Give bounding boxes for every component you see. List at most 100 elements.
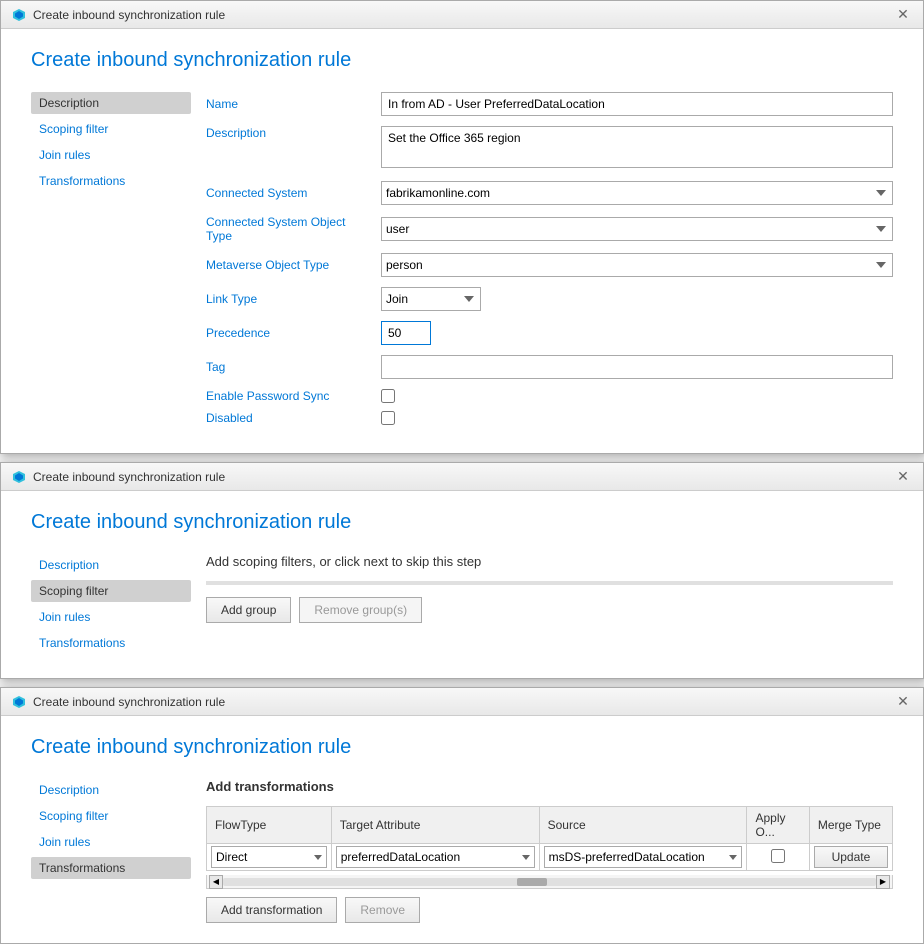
dialog-content-1: Create inbound synchronization rule Desc… <box>1 29 923 453</box>
remove-transformation-button[interactable]: Remove <box>345 897 420 923</box>
flowtype-select[interactable]: Direct <box>211 846 327 868</box>
sidebar-item-scoping-1[interactable]: Scoping filter <box>31 118 191 140</box>
source-select[interactable]: msDS-preferredDataLocation <box>544 846 743 868</box>
target-attribute-cell: preferredDataLocation <box>331 844 539 871</box>
scoping-area: Add scoping filters, or click next to sk… <box>206 554 893 658</box>
window1: Create inbound synchronization rule ✕ Cr… <box>0 0 924 454</box>
tag-row: Tag <box>206 355 893 379</box>
scroll-right-arrow[interactable]: ▶ <box>876 875 890 889</box>
link-type-row: Link Type Join <box>206 287 893 311</box>
description-control: Set the Office 365 region <box>381 126 893 171</box>
header-source: Source <box>539 807 747 844</box>
sidebar-item-transformations-1[interactable]: Transformations <box>31 170 191 192</box>
add-group-button[interactable]: Add group <box>206 597 291 623</box>
name-control <box>381 92 893 116</box>
mot-select[interactable]: person <box>381 253 893 277</box>
title-bar-text-3: Create inbound synchronization rule <box>33 695 225 709</box>
precedence-control <box>381 321 893 345</box>
title-bar-2: Create inbound synchronization rule ✕ <box>1 463 923 491</box>
sidebar-item-join-3[interactable]: Join rules <box>31 831 191 853</box>
target-attribute-select[interactable]: preferredDataLocation <box>336 846 535 868</box>
title-bar-3: Create inbound synchronization rule ✕ <box>1 688 923 716</box>
add-transformations-title: Add transformations <box>206 779 893 794</box>
close-button-3[interactable]: ✕ <box>893 692 913 712</box>
scoping-instruction: Add scoping filters, or click next to sk… <box>206 554 893 569</box>
title-bar-text-1: Create inbound synchronization rule <box>33 8 225 22</box>
header-flowtype: FlowType <box>207 807 332 844</box>
sidebar-1: Description Scoping filter Join rules Tr… <box>31 92 206 433</box>
form-area-1: Name Description Set the Office 365 regi… <box>206 92 893 433</box>
dialog-title-2: Create inbound synchronization rule <box>31 511 893 534</box>
header-apply-once: Apply O... <box>747 807 809 844</box>
tag-input[interactable] <box>381 355 893 379</box>
description-row: Description Set the Office 365 region <box>206 126 893 171</box>
precedence-input[interactable] <box>381 321 431 345</box>
table-header-row: FlowType Target Attribute Source Apply O… <box>207 807 893 844</box>
window3: Create inbound synchronization rule ✕ Cr… <box>0 687 924 944</box>
sidebar-item-transformations-2[interactable]: Transformations <box>31 632 191 654</box>
add-transformation-button[interactable]: Add transformation <box>206 897 337 923</box>
remove-group-button[interactable]: Remove group(s) <box>299 597 422 623</box>
csot-select[interactable]: user <box>381 217 893 241</box>
description-textarea[interactable]: Set the Office 365 region <box>381 126 893 168</box>
window2: Create inbound synchronization rule ✕ Cr… <box>0 462 924 679</box>
sidebar-2: Description Scoping filter Join rules Tr… <box>31 554 206 658</box>
scrollbar-thumb[interactable] <box>517 878 547 886</box>
connected-system-select[interactable]: fabrikamonline.com <box>381 181 893 205</box>
csot-control: user <box>381 217 893 241</box>
name-label: Name <box>206 97 381 111</box>
scoping-btn-row: Add group Remove group(s) <box>206 597 893 623</box>
sidebar-item-description-3[interactable]: Description <box>31 779 191 801</box>
sidebar-item-scoping-3[interactable]: Scoping filter <box>31 805 191 827</box>
disabled-row: Disabled <box>206 411 893 425</box>
scrollbar-track[interactable] <box>223 878 876 886</box>
mot-control: person <box>381 253 893 277</box>
source-cell: msDS-preferredDataLocation <box>539 844 747 871</box>
sidebar-item-scoping-2[interactable]: Scoping filter <box>31 580 191 602</box>
name-input[interactable] <box>381 92 893 116</box>
tag-control <box>381 355 893 379</box>
mot-label: Metaverse Object Type <box>206 258 381 272</box>
main-layout-1: Description Scoping filter Join rules Tr… <box>31 92 893 433</box>
header-target-attribute: Target Attribute <box>331 807 539 844</box>
dialog-content-3: Create inbound synchronization rule Desc… <box>1 716 923 943</box>
title-bar-text-2: Create inbound synchronization rule <box>33 470 225 484</box>
horizontal-scrollbar[interactable]: ◀ ▶ <box>206 875 893 889</box>
connected-system-row: Connected System fabrikamonline.com <box>206 181 893 205</box>
precedence-label: Precedence <box>206 326 381 340</box>
sidebar-item-join-2[interactable]: Join rules <box>31 606 191 628</box>
apply-once-checkbox[interactable] <box>771 849 785 863</box>
transformations-area: Add transformations FlowType Target Attr… <box>206 779 893 923</box>
progress-bar <box>206 581 893 585</box>
sidebar-item-description-2[interactable]: Description <box>31 554 191 576</box>
dialog-content-2: Create inbound synchronization rule Desc… <box>1 491 923 678</box>
merge-type-button[interactable]: Update <box>814 846 888 868</box>
scroll-left-arrow[interactable]: ◀ <box>209 875 223 889</box>
password-sync-checkbox[interactable] <box>381 389 395 403</box>
mot-row: Metaverse Object Type person <box>206 253 893 277</box>
close-button-1[interactable]: ✕ <box>893 5 913 25</box>
disabled-checkbox[interactable] <box>381 411 395 425</box>
flowtype-cell: Direct <box>207 844 332 871</box>
transformation-btn-row: Add transformation Remove <box>206 897 893 923</box>
csot-label: Connected System Object Type <box>206 215 381 243</box>
main-layout-3: Description Scoping filter Join rules Tr… <box>31 779 893 923</box>
header-merge-type: Merge Type <box>809 807 892 844</box>
link-type-label: Link Type <box>206 292 381 306</box>
password-sync-row: Enable Password Sync <box>206 389 893 403</box>
password-sync-label: Enable Password Sync <box>206 389 381 403</box>
app-icon-1 <box>11 7 27 23</box>
description-label: Description <box>206 126 381 140</box>
precedence-row: Precedence <box>206 321 893 345</box>
app-icon-3 <box>11 694 27 710</box>
sidebar-3: Description Scoping filter Join rules Tr… <box>31 779 206 923</box>
sidebar-item-transformations-3[interactable]: Transformations <box>31 857 191 879</box>
link-type-select[interactable]: Join <box>381 287 481 311</box>
sidebar-item-join-1[interactable]: Join rules <box>31 144 191 166</box>
close-button-2[interactable]: ✕ <box>893 467 913 487</box>
sidebar-item-description-1[interactable]: Description <box>31 92 191 114</box>
dialog-title-3: Create inbound synchronization rule <box>31 736 893 759</box>
csot-row: Connected System Object Type user <box>206 215 893 243</box>
connected-system-control: fabrikamonline.com <box>381 181 893 205</box>
app-icon-2 <box>11 469 27 485</box>
